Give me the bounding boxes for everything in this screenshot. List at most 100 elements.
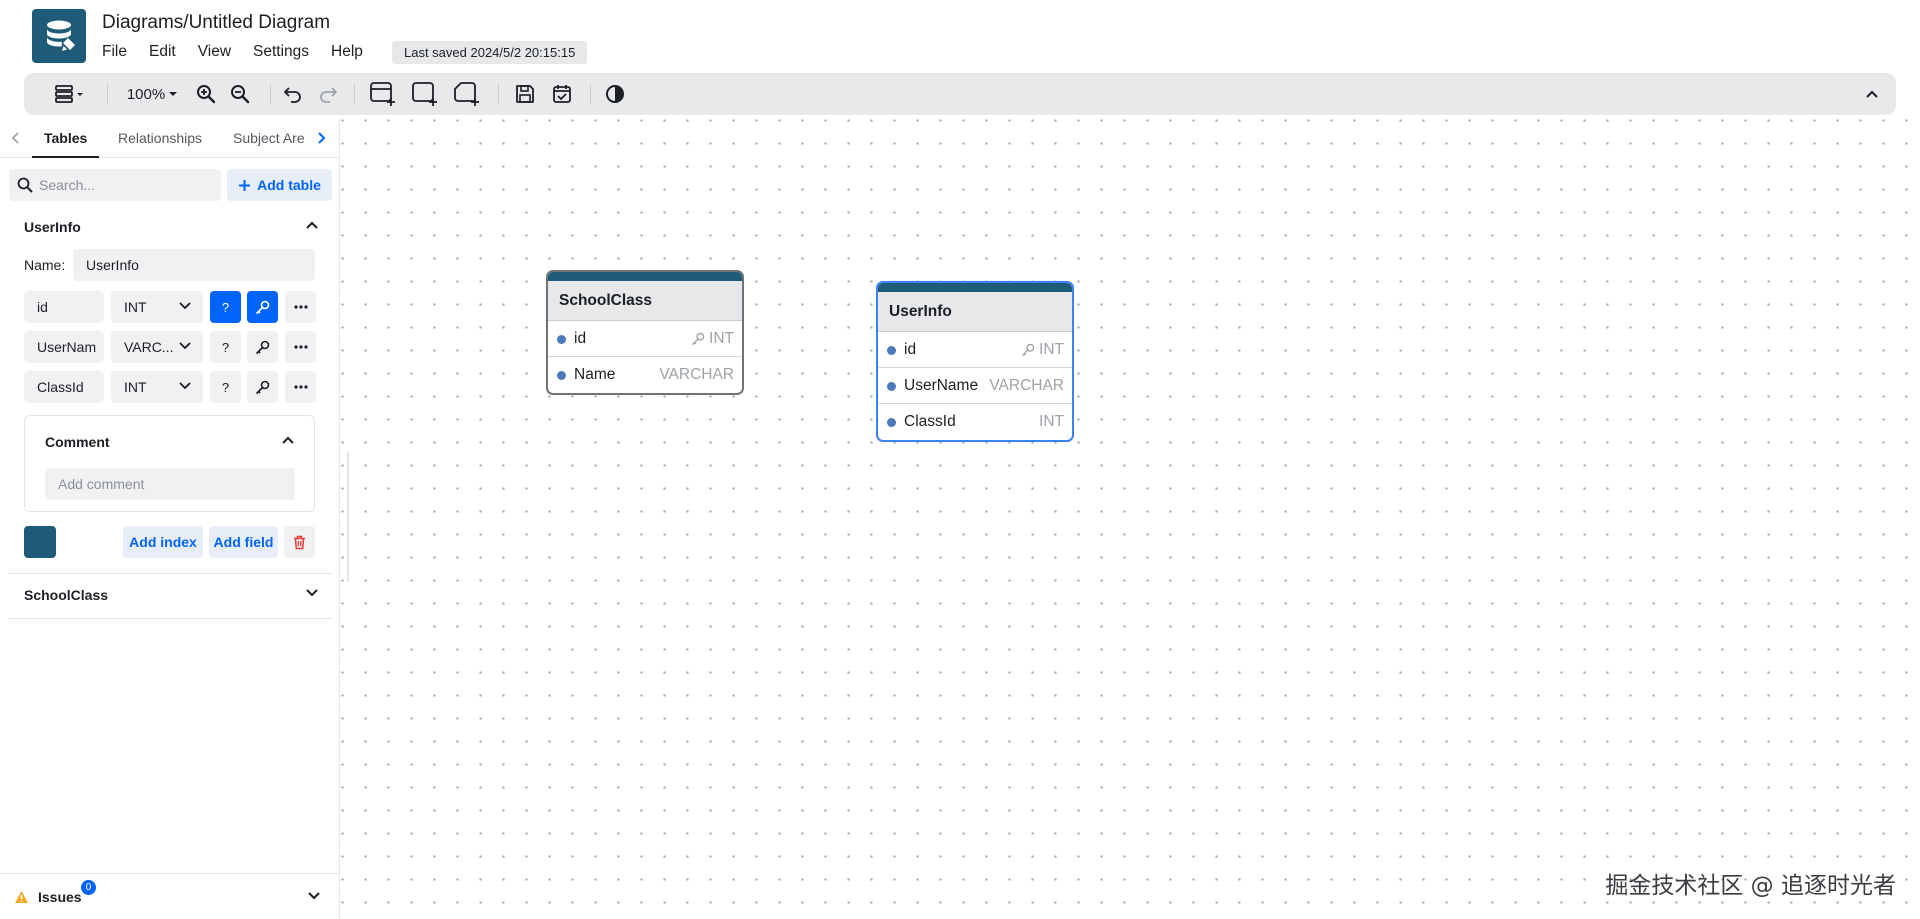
entity-field-name: id xyxy=(574,330,587,347)
menu-help[interactable]: Help xyxy=(331,43,363,61)
entity-title[interactable]: UserInfo xyxy=(878,292,1072,332)
field-handle[interactable] xyxy=(887,346,896,355)
primary-key-toggle[interactable] xyxy=(247,291,278,323)
table-section-userinfo[interactable]: UserInfo xyxy=(9,210,332,246)
diagram-canvas[interactable] xyxy=(341,118,1920,919)
entity-userinfo[interactable]: UserInfo id INT UserName VARCHAR ClassId… xyxy=(876,281,1074,442)
chevron-down-icon xyxy=(169,92,178,96)
entity-schoolclass[interactable]: SchoolClass id INT Name VARCHAR xyxy=(546,270,744,395)
menu-bar: File Edit View Settings Help xyxy=(102,43,385,61)
add-area-icon xyxy=(412,82,437,106)
field-name-input[interactable]: id xyxy=(24,291,104,323)
entity-field-row[interactable]: id INT xyxy=(548,321,742,357)
key-icon xyxy=(255,340,270,354)
add-table-button[interactable]: Add table xyxy=(227,169,332,201)
menu-file[interactable]: File xyxy=(102,43,127,61)
theme-toggle-button[interactable] xyxy=(602,73,628,115)
entity-color-bar xyxy=(548,272,742,281)
field-handle[interactable] xyxy=(887,382,896,391)
nullable-toggle[interactable]: ? xyxy=(210,331,241,363)
entity-title[interactable]: SchoolClass xyxy=(548,281,742,321)
entity-field-row[interactable]: Name VARCHAR xyxy=(548,357,742,393)
table-section-schoolclass[interactable]: SchoolClass xyxy=(9,578,332,614)
calendar-check-icon xyxy=(553,85,571,103)
entity-field-row[interactable]: id INT xyxy=(878,332,1072,368)
add-area-button[interactable] xyxy=(410,73,440,115)
redo-button[interactable] xyxy=(315,73,341,115)
entity-field-name: id xyxy=(904,341,917,358)
table-name-input[interactable] xyxy=(73,249,315,281)
zoom-in-icon xyxy=(197,85,216,104)
chevron-up-icon[interactable] xyxy=(282,436,294,444)
tab-relationships[interactable]: Relationships xyxy=(118,118,202,158)
issues-panel[interactable]: Issues 0 xyxy=(0,873,340,919)
field-row: id INT ? xyxy=(24,291,316,323)
tab-subject-areas[interactable]: Subject Are xyxy=(233,118,305,158)
entity-field-type-value: INT xyxy=(709,330,734,347)
more-icon xyxy=(293,305,308,309)
field-type-value: VARC... xyxy=(124,339,174,355)
more-icon xyxy=(293,385,308,389)
nullable-toggle[interactable]: ? xyxy=(210,371,241,403)
field-type-select[interactable]: VARC... xyxy=(111,331,203,363)
entity-field-row[interactable]: UserName VARCHAR xyxy=(878,368,1072,404)
table-color-picker[interactable] xyxy=(24,526,56,558)
add-note-button[interactable] xyxy=(452,73,482,115)
entity-color-bar xyxy=(878,283,1072,292)
trash-icon xyxy=(294,535,305,549)
key-icon xyxy=(255,300,270,314)
menu-settings[interactable]: Settings xyxy=(253,43,309,61)
sidebar-resize-handle[interactable] xyxy=(347,452,349,582)
undo-icon xyxy=(284,87,301,103)
undo-button[interactable] xyxy=(280,73,306,115)
entity-field-type-value: INT xyxy=(1039,341,1064,358)
primary-key-toggle[interactable] xyxy=(247,371,278,403)
search-box xyxy=(9,169,221,201)
search-input[interactable] xyxy=(39,169,214,201)
field-type-select[interactable]: INT xyxy=(111,371,203,403)
layout-button[interactable] xyxy=(50,73,90,115)
plus-icon xyxy=(239,179,251,191)
zoom-out-button[interactable] xyxy=(228,73,252,115)
app-logo xyxy=(32,9,86,63)
entity-field-name: UserName xyxy=(904,377,979,394)
delete-table-button[interactable] xyxy=(284,526,315,558)
field-more-button[interactable] xyxy=(285,371,316,403)
field-handle[interactable] xyxy=(557,371,566,380)
chevron-up-icon xyxy=(1866,90,1878,98)
sidebar: Tables Relationships Subject Are Add tab… xyxy=(0,118,340,919)
field-handle[interactable] xyxy=(557,335,566,344)
field-type-select[interactable]: INT xyxy=(111,291,203,323)
entity-field-type: INT xyxy=(1039,413,1064,430)
save-button[interactable] xyxy=(512,73,538,115)
field-name-input[interactable]: ClassId xyxy=(24,371,104,403)
zoom-in-button[interactable] xyxy=(194,73,218,115)
last-saved-badge: Last saved 2024/5/2 20:15:15 xyxy=(392,41,588,64)
todo-button[interactable] xyxy=(549,73,575,115)
add-field-button[interactable]: Add field xyxy=(209,526,278,558)
entity-field-row[interactable]: ClassId INT xyxy=(878,404,1072,440)
field-more-button[interactable] xyxy=(285,331,316,363)
add-note-icon xyxy=(454,82,479,106)
nullable-toggle[interactable]: ? xyxy=(210,291,241,323)
diagram-title[interactable]: Diagrams/Untitled Diagram xyxy=(102,12,330,34)
warning-icon xyxy=(15,891,28,903)
collapse-toolbar-button[interactable] xyxy=(1860,73,1884,115)
chevron-down-icon xyxy=(308,892,320,900)
key-icon xyxy=(1021,343,1035,357)
comment-input[interactable] xyxy=(45,468,295,500)
tabs-scroll-right[interactable] xyxy=(312,126,332,150)
menu-edit[interactable]: Edit xyxy=(149,43,176,61)
field-handle[interactable] xyxy=(887,418,896,427)
database-icon xyxy=(47,20,75,51)
field-name-input[interactable]: UserNam xyxy=(24,331,104,363)
tabs-scroll-left[interactable] xyxy=(5,126,25,150)
tab-tables[interactable]: Tables xyxy=(32,118,100,158)
add-index-button[interactable]: Add index xyxy=(123,526,203,558)
add-table-button[interactable] xyxy=(368,73,398,115)
primary-key-toggle[interactable] xyxy=(247,331,278,363)
menu-view[interactable]: View xyxy=(198,43,231,61)
key-icon xyxy=(691,332,705,346)
field-more-button[interactable] xyxy=(285,291,316,323)
zoom-dropdown[interactable]: 100% xyxy=(122,73,182,115)
